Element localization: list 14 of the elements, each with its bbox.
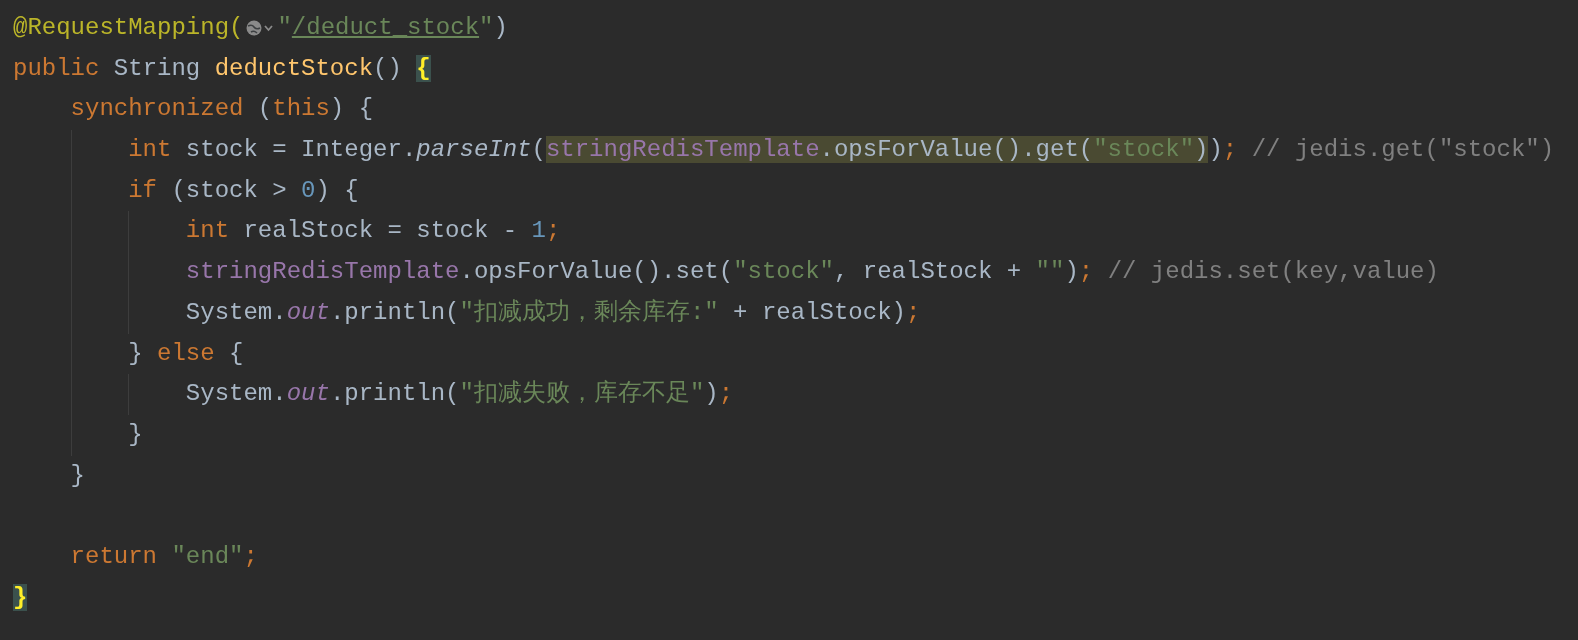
code-line: "/deduct_stock"): [277, 13, 508, 43]
code-line: System.out.println("扣减失败，库存不足");: [184, 379, 734, 410]
code-line: if (stock > 0) {: [127, 175, 359, 206]
code-line: synchronized (this) {: [69, 94, 374, 125]
code-line: int realStock = stock - 1;: [184, 216, 561, 247]
code-line: }: [69, 460, 85, 491]
code-line: stringRedisTemplate.opsForValue().set("stock", realStock + ""); // jedis.set(key,value): [184, 257, 1439, 288]
code-line: public String deductStock() {: [13, 53, 431, 84]
code-line: @RequestMapping(: [13, 13, 244, 43]
code-line: int stock = Integer.parseInt(stringRedisTemplate.opsForValue().get("stock")); // jedis.get("stock"): [127, 135, 1555, 166]
code-line: System.out.println("扣减成功，剩余库存:" + realStock);: [184, 297, 921, 328]
code-line: } else {: [127, 338, 244, 369]
code-line: }: [127, 419, 143, 450]
code-line: return "end";: [69, 541, 258, 572]
